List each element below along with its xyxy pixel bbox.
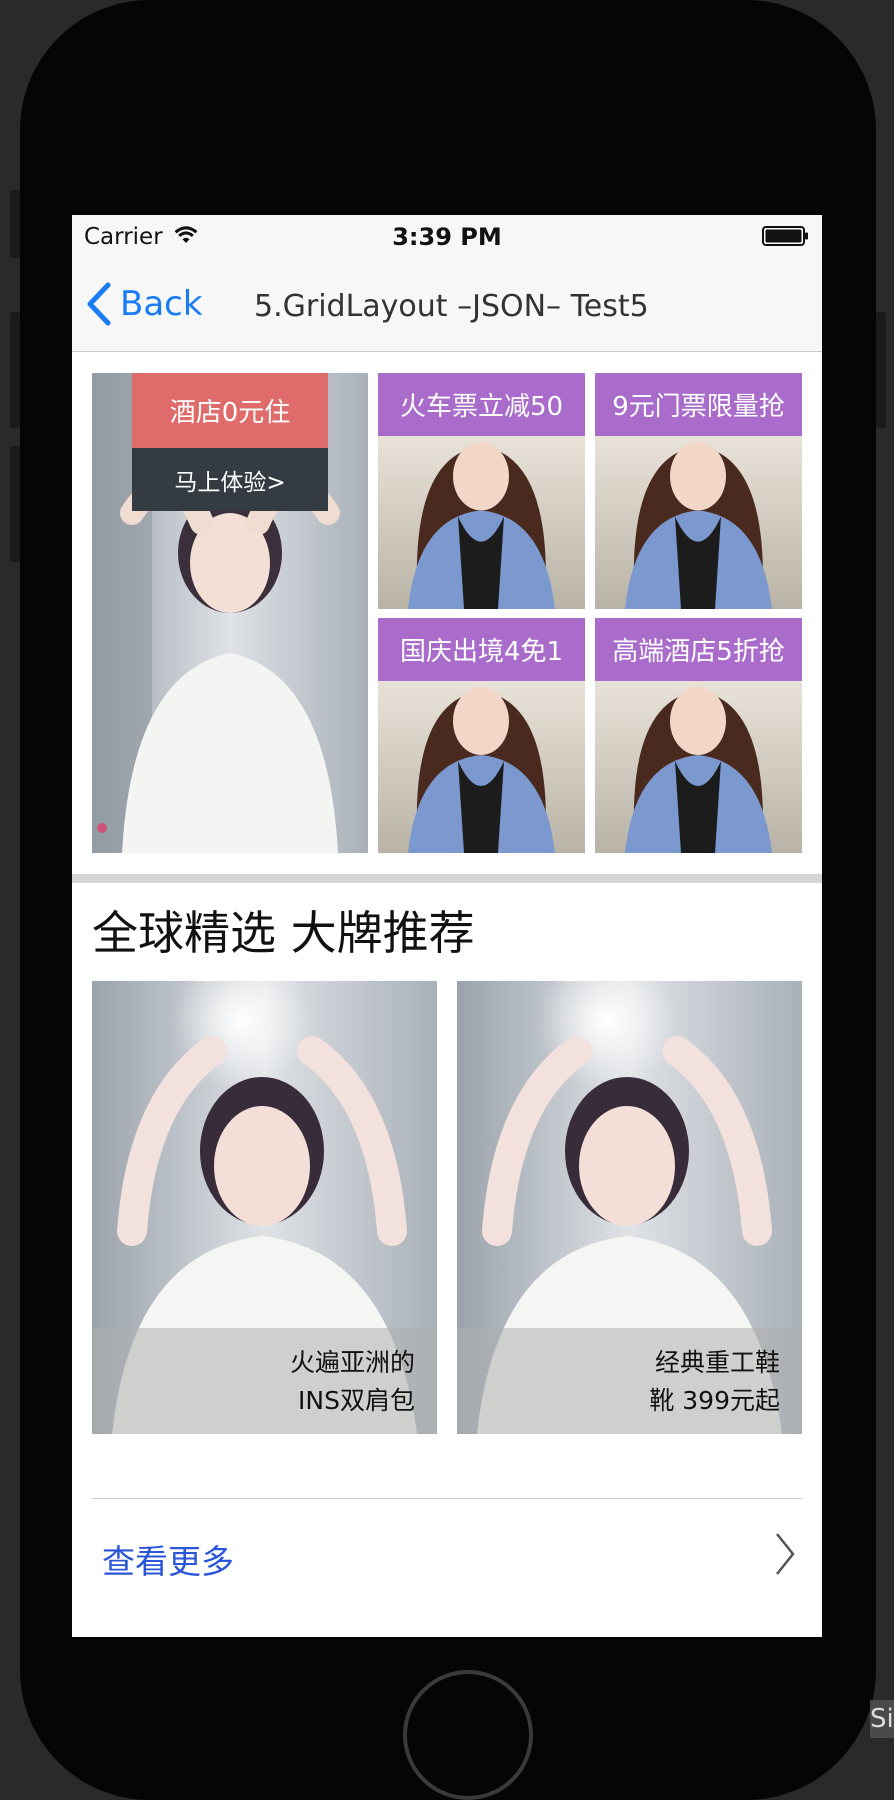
volume-up-button	[10, 312, 20, 428]
app-screen: Carrier 3:39 PM Back 5.GridLayout –JSON–…	[72, 215, 822, 1637]
chevron-right-icon	[776, 1533, 795, 1575]
portrait-photo	[378, 681, 585, 853]
tile-label: 国庆出境4免1	[378, 618, 585, 681]
back-button[interactable]: Back	[86, 279, 203, 329]
promo-caption-line: 经典重工鞋	[654, 1348, 780, 1377]
portrait-photo	[378, 436, 585, 609]
hotel-free-tag: 酒店0元住	[132, 373, 328, 448]
promo-card[interactable]: 经典重工鞋 靴 399元起	[457, 981, 802, 1434]
volume-down-button	[10, 446, 20, 562]
silent-switch	[10, 190, 20, 258]
home-button[interactable]	[403, 1670, 533, 1800]
promo-caption-line: 靴 399元起	[649, 1386, 780, 1415]
promo-caption-line: 火遍亚洲的	[289, 1348, 415, 1377]
see-more-label: 查看更多	[102, 1542, 234, 1581]
page-title: 5.GridLayout –JSON– Test5	[254, 289, 649, 324]
corner-label: Si	[870, 1700, 894, 1738]
chevron-left-icon	[87, 282, 111, 326]
hotel-promo-tile[interactable]: 酒店0元住 马上体验>	[92, 373, 368, 853]
ticket-deal-tile[interactable]: 9元门票限量抢	[595, 373, 802, 609]
promo-caption: 火遍亚洲的 INS双肩包	[92, 1328, 437, 1434]
clock: 3:39 PM	[392, 223, 502, 251]
tile-label: 高端酒店5折抢	[595, 618, 802, 681]
power-button	[876, 312, 886, 428]
promo-card[interactable]: 火遍亚洲的 INS双肩包	[92, 981, 437, 1434]
try-now-tag: 马上体验>	[132, 448, 328, 511]
promo-caption-line: INS双肩包	[298, 1386, 415, 1415]
train-ticket-tile[interactable]: 火车票立减50	[378, 373, 585, 609]
tile-label: 火车票立减50	[378, 373, 585, 436]
section-divider	[72, 874, 822, 883]
promo-caption: 经典重工鞋 靴 399元起	[457, 1328, 802, 1434]
section-title: 全球精选 大牌推荐	[92, 906, 475, 960]
see-more-row[interactable]: 查看更多	[92, 1499, 802, 1609]
luxury-hotel-tile[interactable]: 高端酒店5折抢	[595, 618, 802, 853]
navigation-bar: Back 5.GridLayout –JSON– Test5	[72, 257, 822, 352]
portrait-photo	[595, 436, 802, 609]
portrait-photo	[595, 681, 802, 853]
tile-label: 9元门票限量抢	[595, 373, 802, 436]
status-bar: Carrier 3:39 PM	[72, 215, 822, 257]
back-label: Back	[120, 284, 203, 324]
national-day-tile[interactable]: 国庆出境4免1	[378, 618, 585, 853]
battery-full-icon	[762, 226, 808, 246]
